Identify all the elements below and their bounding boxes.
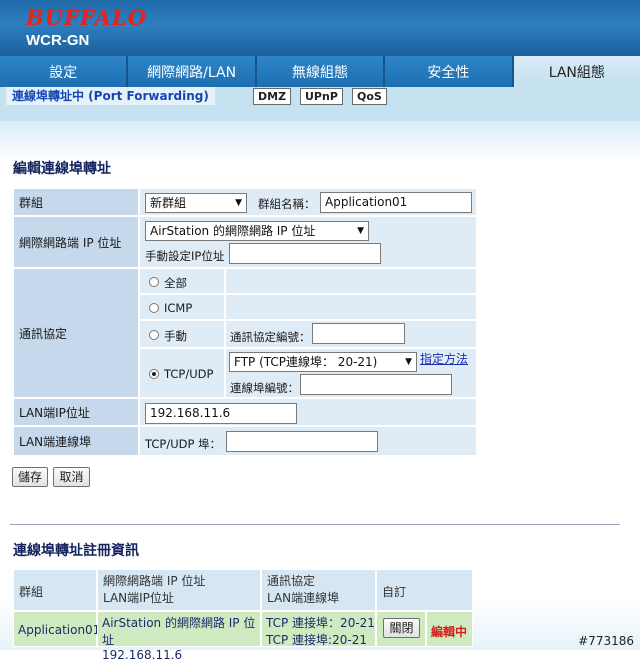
proto-manual-radio[interactable] bbox=[149, 330, 159, 340]
group-label: 群組 bbox=[13, 188, 139, 216]
proto-icmp-radio[interactable] bbox=[149, 303, 159, 313]
wan-ip-select-value: AirStation 的網際網路 IP 位址 bbox=[150, 224, 316, 238]
specify-method-link[interactable]: 指定方法 bbox=[420, 350, 468, 367]
proto-all-radio[interactable] bbox=[149, 277, 159, 287]
registry-cell-proto: TCP 連接埠：20-21 TCP 連接埠:20-21 bbox=[261, 611, 376, 647]
section-divider bbox=[10, 524, 620, 525]
lan-port-input[interactable] bbox=[226, 431, 378, 452]
tab-setup[interactable]: 設定 bbox=[0, 56, 127, 87]
save-button[interactable]: 儲存 bbox=[12, 467, 48, 487]
lan-ip-input[interactable]: 192.168.11.6 bbox=[145, 403, 297, 424]
proto-manual-label: 手動 bbox=[164, 329, 187, 343]
proto-all-label: 全部 bbox=[164, 276, 187, 290]
tab-security[interactable]: 安全性 bbox=[385, 56, 512, 87]
manual-ip-label: 手動設定IP位址 bbox=[145, 249, 225, 263]
edit-section-title: 編輯連線埠轉址 bbox=[13, 161, 111, 177]
sub-navigation: 連線埠轉址中 (Port Forwarding) DMZ UPnP QoS bbox=[0, 87, 640, 121]
main-tabs: 設定 網際網路/LAN 無線組態 安全性 LAN組態 bbox=[0, 56, 640, 87]
port-number-input[interactable] bbox=[300, 374, 452, 395]
registry-cell-protocol: TCP 連接埠：20-21 bbox=[266, 616, 375, 630]
cancel-button[interactable]: 取消 bbox=[53, 467, 90, 487]
registry-header-wan-ip: 網際網路端 IP 位址 bbox=[103, 574, 206, 588]
registry-header-proto: 通訊協定 LAN端連線埠 bbox=[261, 569, 376, 611]
registry-header-protocol: 通訊協定 bbox=[267, 574, 316, 588]
lan-ip-label: LAN端IP位址 bbox=[13, 398, 139, 426]
proto-tcpudp-label: TCP/UDP bbox=[164, 367, 214, 381]
registry-header-ip: 網際網路端 IP 位址 LAN端IP位址 bbox=[97, 569, 261, 611]
current-subpage: 連線埠轉址中 (Port Forwarding) bbox=[6, 87, 215, 105]
group-select[interactable]: 新群組 ▼ bbox=[145, 193, 247, 213]
subnav-dmz[interactable]: DMZ bbox=[253, 88, 292, 105]
subnav-upnp[interactable]: UPnP bbox=[300, 88, 343, 105]
registry-cell-ip: AirStation 的網際網路 IP 位址 192.168.11.6 bbox=[97, 611, 261, 662]
tab-lan-config[interactable]: LAN組態 bbox=[513, 56, 640, 87]
proto-tcpudp-radio[interactable] bbox=[149, 369, 159, 379]
tab-internet-lan[interactable]: 網際網路/LAN bbox=[128, 56, 255, 87]
model-name: WCR-GN bbox=[26, 32, 90, 49]
protocol-label: 通訊協定 bbox=[13, 268, 139, 398]
registry-cell-group: Application01 bbox=[13, 611, 100, 647]
registry-header-group: 群組 bbox=[13, 569, 97, 611]
registry-header-custom: 自訂 bbox=[376, 569, 473, 611]
group-name-input[interactable]: Application01 bbox=[320, 192, 472, 213]
app-header: BUFFALO WCR-GN bbox=[0, 0, 640, 56]
proto-icmp-label: ICMP bbox=[164, 301, 193, 315]
registry-cell-lan-ip: 192.168.11.6 bbox=[102, 648, 183, 662]
chevron-down-icon: ▼ bbox=[357, 226, 364, 236]
port-number-label: 連線埠編號： bbox=[230, 381, 299, 395]
tab-wireless[interactable]: 無線組態 bbox=[256, 56, 384, 87]
lan-port-sublabel: TCP/UDP 埠： bbox=[145, 437, 222, 451]
wan-ip-label: 網際網路端 IP 位址 bbox=[13, 216, 139, 268]
manual-ip-input[interactable] bbox=[229, 243, 381, 264]
registry-header-lan-port: LAN端連線埠 bbox=[267, 591, 340, 605]
proto-icmp-extra bbox=[225, 294, 477, 320]
registry-cell-wan-ip: AirStation 的網際網路 IP 位址 bbox=[102, 616, 256, 647]
chevron-down-icon: ▼ bbox=[405, 357, 412, 367]
group-select-value: 新群組 bbox=[150, 196, 187, 210]
close-entry-button[interactable]: 關閉 bbox=[383, 618, 420, 638]
registry-cell-lan-port: TCP 連接埠:20-21 bbox=[266, 633, 367, 647]
chevron-down-icon: ▼ bbox=[235, 198, 242, 208]
image-watermark: #773186 bbox=[578, 634, 634, 648]
subnav-qos[interactable]: QoS bbox=[352, 88, 387, 105]
wan-ip-select[interactable]: AirStation 的網際網路 IP 位址 ▼ bbox=[145, 221, 369, 241]
proto-number-input[interactable] bbox=[312, 323, 405, 344]
proto-number-label: 通訊協定編號： bbox=[230, 330, 311, 344]
tcpudp-select-value: FTP (TCP連線埠： 20-21) bbox=[234, 355, 378, 369]
lan-port-label: LAN端連線埠 bbox=[13, 426, 139, 456]
registry-header-lan-ip: LAN端IP位址 bbox=[103, 591, 174, 605]
tcpudp-select[interactable]: FTP (TCP連線埠： 20-21) ▼ bbox=[229, 352, 417, 372]
proto-all-extra bbox=[225, 268, 477, 294]
registry-section-title: 連線埠轉址註冊資訊 bbox=[13, 543, 139, 559]
registry-status-badge: 編輯中 bbox=[426, 611, 473, 647]
brand-logo: BUFFALO bbox=[26, 5, 148, 30]
group-name-label: 群組名稱： bbox=[258, 197, 316, 211]
